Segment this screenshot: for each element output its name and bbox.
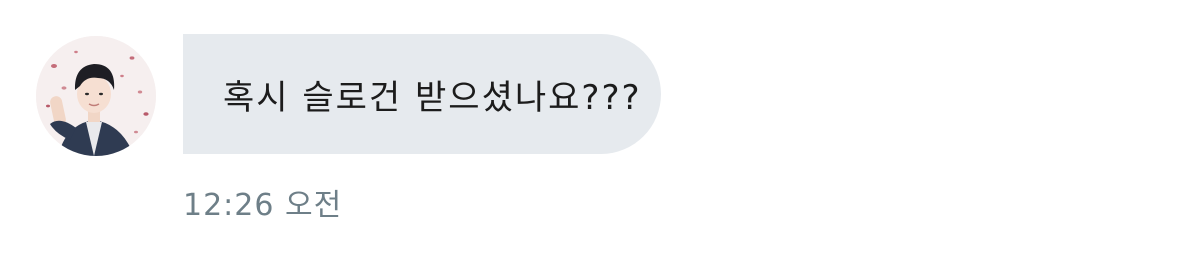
chat-message-row: 혹시 슬로건 받으셨나요??? 12:26 오전 [0,0,1200,253]
message-text: 혹시 슬로건 받으셨나요??? [223,77,642,118]
message-timestamp: 12:26 오전 [183,188,343,223]
avatar-photo [36,36,156,156]
avatar[interactable] [36,36,156,156]
message-bubble[interactable]: 혹시 슬로건 받으셨나요??? [183,34,661,154]
